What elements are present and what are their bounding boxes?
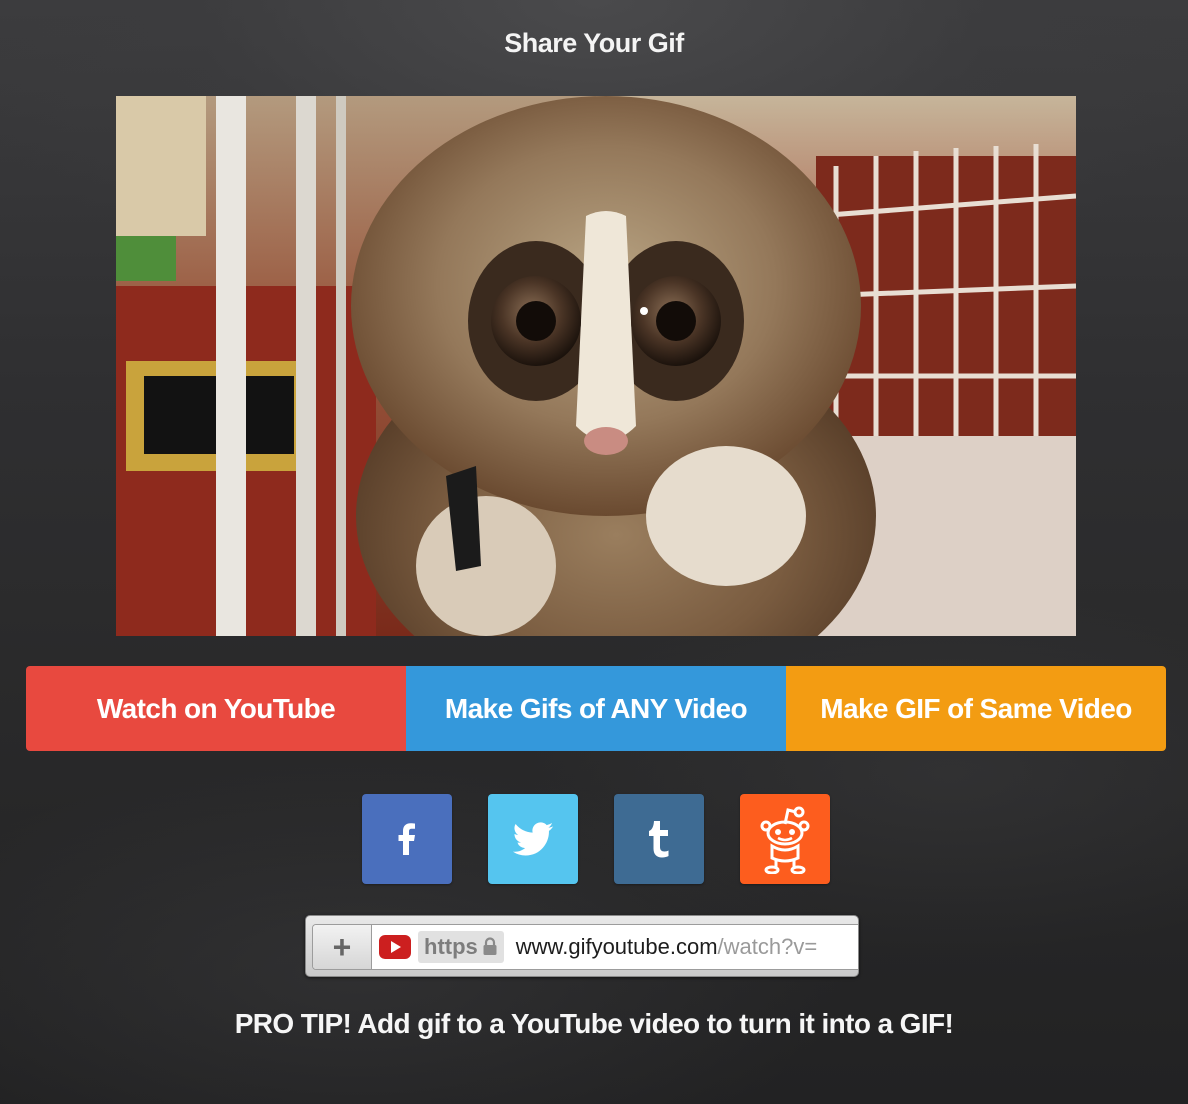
https-badge: https — [418, 931, 504, 963]
facebook-icon — [398, 823, 415, 855]
url-domain: www.gifyoutube.com — [515, 934, 718, 959]
share-tumblr-button[interactable] — [614, 794, 704, 884]
watch-on-youtube-button[interactable]: Watch on YouTube — [26, 666, 406, 751]
tumblr-icon — [649, 821, 669, 858]
make-gif-same-video-button[interactable]: Make GIF of Same Video — [786, 666, 1166, 751]
url-path: /watch?v= — [717, 934, 818, 959]
reddit-icon — [760, 806, 810, 874]
action-buttons: Watch on YouTube Make Gifs of ANY Video … — [26, 666, 1166, 751]
share-reddit-button[interactable] — [740, 794, 830, 884]
make-gifs-any-video-button[interactable]: Make Gifs of ANY Video — [406, 666, 786, 751]
share-facebook-button[interactable] — [362, 794, 452, 884]
pro-tip: PRO TIP! Add gif to a YouTube video to t… — [234, 1008, 954, 1039]
slow-loris-gif — [116, 96, 1076, 636]
url-text: www.gifyoutube.com/watch?v= — [508, 925, 858, 969]
share-buttons — [0, 794, 1188, 884]
share-twitter-button[interactable] — [488, 794, 578, 884]
url-bar-field: + https www.gifyoutube.com/watch?v= — [312, 924, 858, 970]
youtube-icon — [379, 935, 411, 959]
twitter-icon — [512, 822, 554, 856]
url-bar-illustration: + https www.gifyoutube.com/watch?v= — [305, 915, 859, 977]
https-label: https — [424, 934, 478, 959]
page-title: Share Your Gif — [504, 28, 684, 58]
gif-image — [116, 96, 1076, 636]
youtube-favicon — [372, 925, 418, 969]
lock-icon — [483, 937, 497, 955]
new-tab-plus-icon: + — [313, 925, 372, 969]
